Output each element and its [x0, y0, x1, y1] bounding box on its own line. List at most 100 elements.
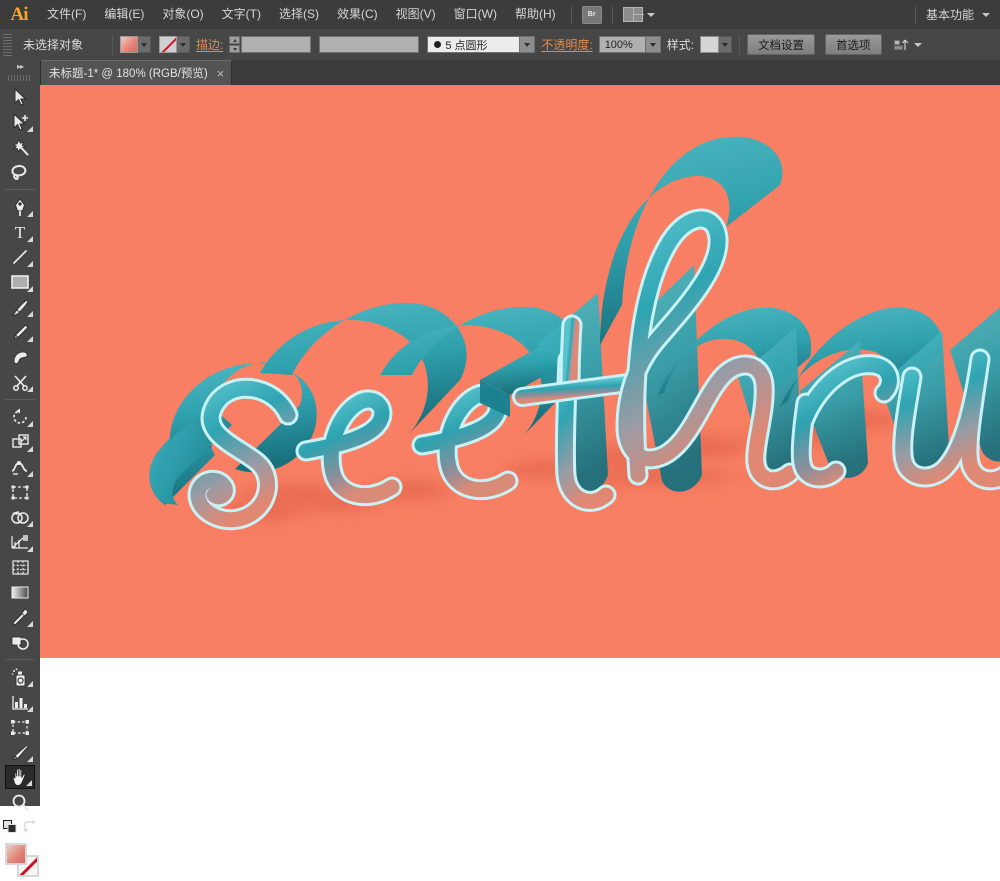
tools-divider-3	[5, 659, 35, 660]
direct-selection-tool[interactable]	[5, 110, 35, 134]
blob-brush-tool[interactable]	[5, 345, 35, 369]
menu-type[interactable]: 文字(T)	[213, 0, 270, 29]
document-tab[interactable]: 未标题-1* @ 180% (RGB/预览) ×	[40, 60, 233, 85]
menu-object[interactable]: 对象(O)	[153, 0, 212, 29]
tools-panel-collapse[interactable]: ▸▸	[0, 60, 40, 73]
menu-view[interactable]: 视图(V)	[387, 0, 445, 29]
magic-wand-tool[interactable]	[5, 135, 35, 159]
menu-select[interactable]: 选择(S)	[270, 0, 328, 29]
fill-swatch-dropdown[interactable]	[138, 36, 151, 53]
stroke-weight-input[interactable]	[241, 36, 312, 53]
graphic-style-dropdown[interactable]	[719, 36, 733, 53]
arrange-grid-glyph	[622, 7, 644, 22]
stroke-color-control[interactable]	[159, 36, 190, 53]
word-see	[149, 302, 582, 531]
menu-edit[interactable]: 编辑(E)	[95, 0, 153, 29]
zoom-tool[interactable]	[5, 790, 35, 814]
fill-color-swatch[interactable]	[5, 843, 27, 865]
menu-file[interactable]: 文件(F)	[38, 0, 95, 29]
pencil-tool[interactable]	[5, 320, 35, 344]
style-label: 样式:	[666, 38, 695, 52]
fill-stroke-swatches	[0, 841, 40, 881]
close-icon[interactable]: ×	[217, 67, 225, 80]
menu-help[interactable]: 帮助(H)	[506, 0, 565, 29]
width-warp-tool[interactable]	[5, 455, 35, 479]
symbol-sprayer-tool[interactable]	[5, 665, 35, 689]
hand-tool[interactable]	[5, 765, 35, 789]
opacity-input[interactable]: 100%	[598, 36, 661, 53]
tools-panel-grip[interactable]	[8, 75, 32, 81]
stroke-swatch-none-icon[interactable]	[159, 36, 177, 53]
preferences-button[interactable]: 首选项	[825, 34, 882, 55]
lasso-tool[interactable]	[5, 160, 35, 184]
graphic-style-control[interactable]	[700, 36, 733, 53]
align-to-selection-icon[interactable]	[893, 38, 910, 52]
stroke-profile-select[interactable]	[319, 36, 420, 53]
flyout-triangle-icon	[27, 421, 33, 427]
document-setup-button[interactable]: 文档设置	[747, 34, 816, 55]
swap-fill-stroke-icon[interactable]	[23, 819, 37, 833]
brush-bullet-icon	[434, 41, 442, 48]
tools-divider-1	[5, 189, 35, 190]
flyout-triangle-icon	[27, 211, 33, 217]
free-transform-tool[interactable]	[5, 480, 35, 504]
chevron-down-icon	[646, 12, 655, 17]
flyout-triangle-icon	[27, 311, 33, 317]
eyedropper-tool[interactable]	[5, 605, 35, 629]
graphic-style-swatch[interactable]	[700, 36, 720, 53]
brush-definition-select[interactable]: 5 点圆形	[427, 36, 536, 53]
control-bar-grip[interactable]	[3, 33, 12, 56]
menu-effect[interactable]: 效果(C)	[328, 0, 387, 29]
flyout-triangle-icon	[27, 446, 33, 452]
canvas-area[interactable]: see thru	[40, 85, 1000, 806]
gradient-tool[interactable]	[5, 580, 35, 604]
rotate-tool[interactable]	[5, 405, 35, 429]
column-graph-tool[interactable]	[5, 690, 35, 714]
pen-tool[interactable]	[5, 195, 35, 219]
selection-status-label: 未选择对象	[23, 38, 84, 52]
illustrator-window: Ai 文件(F) 编辑(E) 对象(O) 文字(T) 选择(S) 效果(C) 视…	[0, 0, 1000, 877]
mesh-tool[interactable]	[5, 555, 35, 579]
stroke-weight-stepper[interactable]	[229, 36, 241, 53]
fill-stroke-helper-row	[0, 817, 40, 835]
paintbrush-tool[interactable]	[5, 295, 35, 319]
tools-panel: ▸▸ T	[0, 60, 41, 877]
type-tool[interactable]: T	[5, 220, 35, 244]
fill-color-control[interactable]	[120, 36, 151, 53]
bridge-icon[interactable]: Br	[581, 5, 602, 24]
menubar-divider-3	[914, 5, 916, 24]
default-fill-stroke-icon[interactable]	[3, 819, 17, 833]
menu-window[interactable]: 窗口(W)	[445, 0, 506, 29]
workspace-chevron-down-icon[interactable]	[982, 12, 990, 17]
blend-tool[interactable]	[5, 630, 35, 654]
stroke-swatch-dropdown[interactable]	[177, 36, 190, 53]
line-segment-tool[interactable]	[5, 245, 35, 269]
flyout-triangle-icon	[27, 336, 33, 342]
cb-divider-1	[112, 34, 113, 55]
see-thru-artwork[interactable]: see thru	[40, 85, 1000, 658]
align-chevron-down-icon[interactable]	[913, 42, 922, 47]
selection-tool[interactable]	[5, 85, 35, 109]
tools-list: T	[0, 85, 40, 815]
opacity-value: 100%	[604, 38, 633, 51]
brush-definition-dropdown[interactable]	[519, 37, 535, 52]
menubar-divider-2	[611, 5, 613, 24]
artboard-tool[interactable]	[5, 715, 35, 739]
stroke-label[interactable]: 描边:	[190, 36, 229, 53]
perspective-grid-tool[interactable]	[5, 530, 35, 554]
opacity-label[interactable]: 不透明度:	[535, 36, 598, 53]
scale-tool[interactable]	[5, 430, 35, 454]
workspace-switcher[interactable]: 基本功能	[922, 6, 978, 23]
slice-tool[interactable]	[5, 740, 35, 764]
fill-swatch[interactable]	[120, 36, 138, 53]
shape-builder-tool[interactable]	[5, 505, 35, 529]
scissors-tool[interactable]	[5, 370, 35, 394]
artboard[interactable]: see thru	[40, 85, 1000, 658]
brush-definition-value: 5 点圆形	[445, 39, 488, 52]
arrange-documents-icon[interactable]	[622, 7, 655, 22]
flyout-triangle-icon	[27, 621, 33, 627]
opacity-dropdown[interactable]	[644, 37, 660, 52]
rectangle-tool[interactable]	[5, 270, 35, 294]
document-tab-title: 未标题-1* @ 180% (RGB/预览)	[49, 68, 208, 80]
flyout-triangle-icon	[27, 126, 33, 132]
